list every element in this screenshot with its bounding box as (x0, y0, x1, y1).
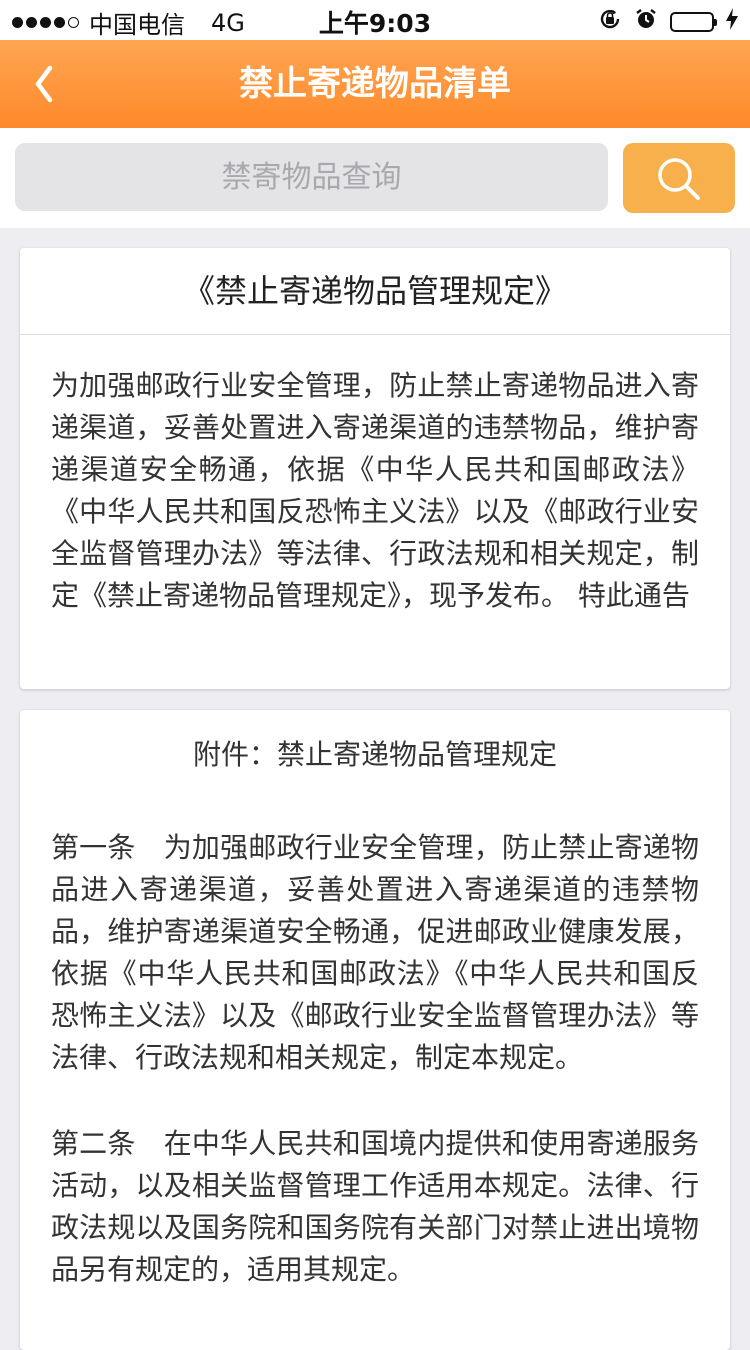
page-title: 禁止寄递物品清单 (239, 64, 511, 104)
article-1: 第一条 为加强邮政行业安全管理，防止禁止寄递物品进入寄递渠道，妥善处置进入寄递渠… (51, 831, 699, 1074)
intro-card: 《禁止寄递物品管理规定》 为加强邮政行业安全管理，防止禁止寄递物品进入寄递渠道，… (20, 248, 730, 689)
battery-icon (670, 12, 717, 32)
charging-icon (726, 8, 738, 36)
article-2: 第二条 在中华人民共和国境内提供和使用寄递服务活动，以及相关监督管理工作适用本规… (51, 1127, 699, 1286)
rotation-lock-icon (598, 7, 622, 37)
intro-card-title: 《禁止寄递物品管理规定》 (20, 248, 730, 335)
status-right (598, 7, 738, 37)
search-input[interactable] (15, 143, 608, 211)
search-button[interactable] (623, 143, 735, 213)
attachment-card-title: 附件：禁止寄递物品管理规定 (192, 738, 557, 771)
status-bar: 中国电信 4G 上午9:03 (0, 0, 750, 40)
intro-card-body: 为加强邮政行业安全管理，防止禁止寄递物品进入寄递渠道，妥善处置进入寄递渠道的违禁… (51, 369, 699, 612)
search-bar (0, 128, 750, 228)
nav-bar: 禁止寄递物品清单 (0, 40, 750, 128)
alarm-icon (634, 7, 658, 37)
attachment-card: 附件：禁止寄递物品管理规定 第一条 为加强邮政行业安全管理，防止禁止寄递物品进入… (20, 710, 730, 1350)
search-icon (658, 158, 700, 200)
